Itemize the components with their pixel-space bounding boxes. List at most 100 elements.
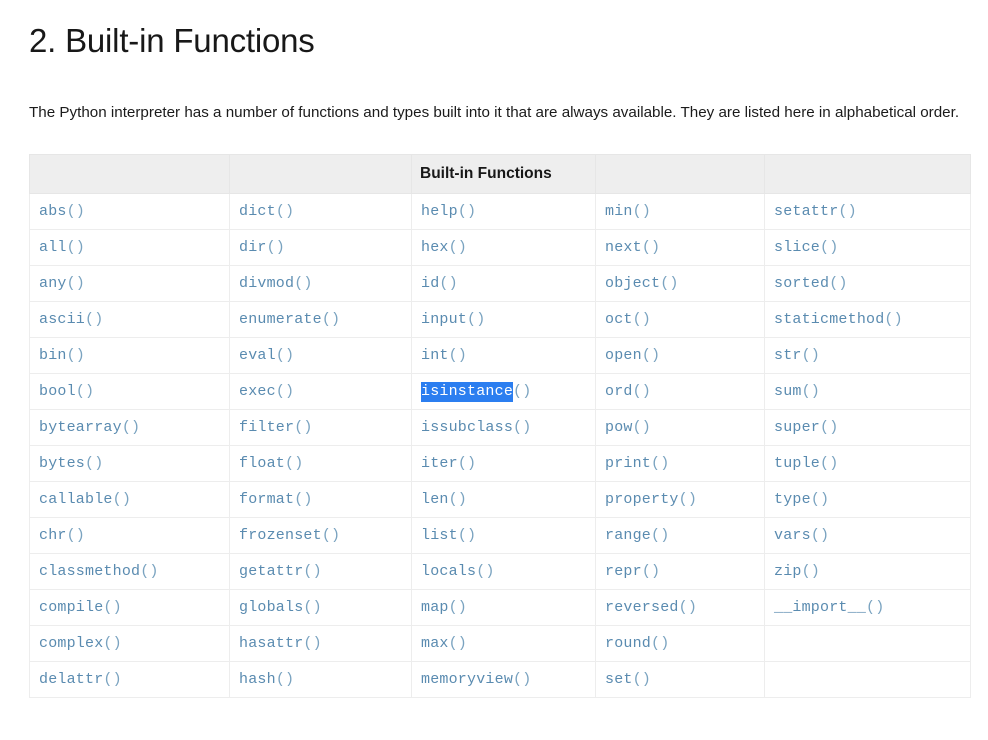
function-name: eval bbox=[239, 346, 276, 364]
function-cell[interactable]: reversed() bbox=[595, 588, 765, 626]
function-parens: () bbox=[651, 526, 670, 544]
empty-cell bbox=[764, 624, 971, 662]
function-parens: () bbox=[66, 274, 86, 292]
function-cell[interactable]: slice() bbox=[764, 228, 971, 266]
function-cell[interactable]: complex() bbox=[29, 624, 230, 662]
function-cell[interactable]: chr() bbox=[29, 516, 230, 554]
function-cell[interactable]: object() bbox=[595, 264, 765, 302]
function-cell[interactable]: divmod() bbox=[229, 264, 412, 302]
function-name: ord bbox=[605, 382, 633, 400]
function-cell[interactable]: input() bbox=[411, 300, 596, 338]
function-parens: () bbox=[641, 346, 661, 364]
function-cell[interactable]: sum() bbox=[764, 372, 971, 410]
function-cell[interactable]: super() bbox=[764, 408, 971, 446]
function-cell[interactable]: getattr() bbox=[229, 552, 412, 590]
function-cell[interactable]: bytearray() bbox=[29, 408, 230, 446]
function-cell[interactable]: len() bbox=[411, 480, 596, 518]
function-cell[interactable]: setattr() bbox=[764, 192, 971, 230]
function-parens: () bbox=[321, 310, 341, 328]
function-parens: () bbox=[457, 454, 477, 472]
function-cell[interactable]: min() bbox=[595, 192, 765, 230]
function-cell[interactable]: map() bbox=[411, 588, 596, 626]
table-row: delattr() hash() memoryview() set() bbox=[29, 660, 971, 698]
function-cell[interactable]: bytes() bbox=[29, 444, 230, 482]
function-parens: () bbox=[66, 202, 86, 220]
function-cell[interactable]: staticmethod() bbox=[764, 300, 971, 338]
function-cell[interactable]: tuple() bbox=[764, 444, 971, 482]
function-cell[interactable]: ord() bbox=[595, 372, 765, 410]
function-cell[interactable]: max() bbox=[411, 624, 596, 662]
function-cell[interactable]: classmethod() bbox=[29, 552, 230, 590]
function-parens: () bbox=[275, 382, 295, 400]
function-cell[interactable]: sorted() bbox=[764, 264, 971, 302]
function-parens: () bbox=[801, 562, 821, 580]
function-cell[interactable]: ascii() bbox=[29, 300, 230, 338]
function-parens: () bbox=[632, 202, 652, 220]
function-cell[interactable]: dict() bbox=[229, 192, 412, 230]
function-cell[interactable]: exec() bbox=[229, 372, 412, 410]
function-cell[interactable]: issubclass() bbox=[411, 408, 596, 446]
function-cell[interactable]: oct() bbox=[595, 300, 765, 338]
table-row: any() divmod() id() object() sorted() bbox=[29, 264, 971, 302]
function-name: list bbox=[421, 526, 458, 544]
page-title: 2. Built-in Functions bbox=[29, 22, 315, 59]
document-page: 2. Built-in Functions The Python interpr… bbox=[0, 0, 988, 740]
function-cell[interactable]: int() bbox=[411, 336, 596, 374]
function-cell[interactable]: str() bbox=[764, 336, 971, 374]
function-cell[interactable]: hex() bbox=[411, 228, 596, 266]
function-cell[interactable]: vars() bbox=[764, 516, 971, 554]
function-cell[interactable]: compile() bbox=[29, 588, 230, 626]
function-parens: () bbox=[678, 598, 698, 616]
function-parens: () bbox=[651, 634, 670, 652]
function-name: bytes bbox=[39, 454, 86, 472]
function-cell[interactable]: print() bbox=[595, 444, 765, 482]
function-cell[interactable]: id() bbox=[411, 264, 596, 302]
function-cell[interactable]: round() bbox=[595, 624, 765, 662]
function-cell[interactable]: list() bbox=[411, 516, 596, 554]
function-parens: () bbox=[651, 454, 670, 472]
table-header-cell-empty bbox=[29, 154, 230, 194]
function-cell[interactable]: any() bbox=[29, 264, 230, 302]
function-cell[interactable]: hash() bbox=[229, 660, 412, 698]
empty-cell bbox=[764, 660, 971, 698]
function-cell[interactable]: bool() bbox=[29, 372, 230, 410]
function-cell[interactable]: help() bbox=[411, 192, 596, 230]
function-cell[interactable]: format() bbox=[229, 480, 412, 518]
function-cell[interactable]: memoryview() bbox=[411, 660, 596, 698]
function-name: tuple bbox=[774, 454, 821, 472]
function-parens: () bbox=[801, 346, 821, 364]
function-cell[interactable]: open() bbox=[595, 336, 765, 374]
function-cell[interactable]: eval() bbox=[229, 336, 412, 374]
function-cell[interactable]: bin() bbox=[29, 336, 230, 374]
function-cell[interactable]: all() bbox=[29, 228, 230, 266]
function-cell[interactable]: zip() bbox=[764, 552, 971, 590]
function-cell[interactable]: locals() bbox=[411, 552, 596, 590]
function-cell[interactable]: iter() bbox=[411, 444, 596, 482]
function-cell[interactable]: abs() bbox=[29, 192, 230, 230]
function-cell[interactable]: range() bbox=[595, 516, 765, 554]
function-cell[interactable]: globals() bbox=[229, 588, 412, 626]
function-cell[interactable]: type() bbox=[764, 480, 971, 518]
function-name: format bbox=[239, 490, 295, 508]
function-name: set bbox=[605, 670, 633, 688]
function-parens: () bbox=[66, 526, 86, 544]
function-parens: () bbox=[513, 670, 532, 688]
function-name: staticmethod bbox=[774, 310, 885, 328]
function-name: open bbox=[605, 346, 642, 364]
function-cell[interactable]: isinstance() bbox=[411, 372, 596, 410]
function-cell[interactable]: float() bbox=[229, 444, 412, 482]
function-cell[interactable]: property() bbox=[595, 480, 765, 518]
function-cell[interactable]: enumerate() bbox=[229, 300, 412, 338]
function-cell[interactable]: next() bbox=[595, 228, 765, 266]
function-cell[interactable]: set() bbox=[595, 660, 765, 698]
function-name: map bbox=[421, 598, 449, 616]
function-cell[interactable]: dir() bbox=[229, 228, 412, 266]
function-cell[interactable]: __import__() bbox=[764, 588, 971, 626]
function-cell[interactable]: hasattr() bbox=[229, 624, 412, 662]
function-cell[interactable]: callable() bbox=[29, 480, 230, 518]
function-cell[interactable]: delattr() bbox=[29, 660, 230, 698]
function-cell[interactable]: frozenset() bbox=[229, 516, 412, 554]
function-cell[interactable]: filter() bbox=[229, 408, 412, 446]
function-cell[interactable]: repr() bbox=[595, 552, 765, 590]
function-cell[interactable]: pow() bbox=[595, 408, 765, 446]
